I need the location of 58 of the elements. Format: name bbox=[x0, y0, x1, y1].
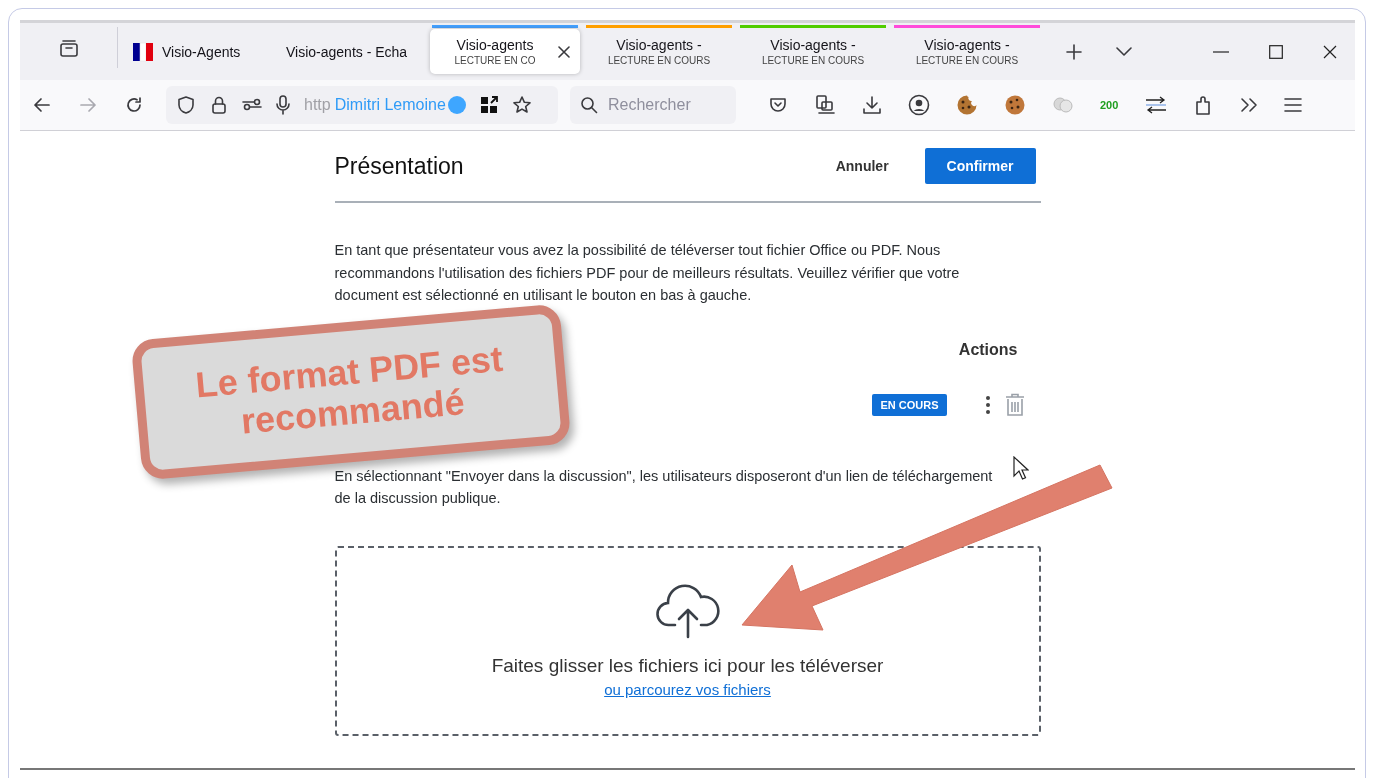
tab-subtitle: LECTURE EN COURS bbox=[607, 55, 711, 66]
status-badge: EN COURS bbox=[872, 393, 947, 416]
browser-tab[interactable]: Visio-agents - Echa bbox=[276, 29, 426, 74]
tab-subtitle: LECTURE EN COURS bbox=[915, 55, 1019, 66]
microphone-icon[interactable] bbox=[276, 95, 290, 115]
lock-icon[interactable] bbox=[210, 95, 228, 115]
pocket-icon[interactable] bbox=[768, 95, 788, 115]
chevron-down-icon[interactable] bbox=[1116, 46, 1132, 57]
browse-files-link[interactable]: ou parcourez vos fichiers bbox=[604, 681, 771, 698]
star-icon[interactable] bbox=[511, 95, 532, 115]
cancel-button[interactable]: Annuler bbox=[825, 150, 899, 182]
download-icon[interactable] bbox=[862, 95, 882, 115]
tab-title: Visio-agents - bbox=[924, 37, 1010, 53]
confirm-button[interactable]: Confirmer bbox=[924, 148, 1036, 184]
status-dot-icon bbox=[447, 96, 466, 114]
sliders-icon[interactable] bbox=[242, 97, 262, 113]
tab-title: Visio-agents - bbox=[770, 37, 856, 53]
callout-text: Le format PDF est recommandé bbox=[193, 336, 506, 444]
close-icon[interactable] bbox=[1323, 44, 1337, 59]
maximize-icon[interactable] bbox=[1269, 44, 1283, 59]
shield-icon[interactable] bbox=[176, 95, 196, 115]
more-options-icon[interactable] bbox=[984, 394, 991, 415]
arrows-icon[interactable] bbox=[1144, 95, 1169, 115]
identity-label: Dimitri Lemoine bbox=[334, 96, 446, 114]
dialog-title: Présentation bbox=[334, 152, 465, 180]
double-chevron-icon[interactable] bbox=[1240, 97, 1259, 113]
column-header: Actions bbox=[958, 340, 1018, 359]
plus-icon[interactable] bbox=[1066, 43, 1082, 60]
browser-tab[interactable]: Visio-agents - LECTURE EN COURS bbox=[738, 29, 888, 74]
url-scheme: http bbox=[304, 96, 331, 114]
reload-icon[interactable] bbox=[124, 95, 144, 115]
mouse-cursor-icon bbox=[1013, 456, 1029, 482]
tab-title: Visio-agents - bbox=[616, 37, 702, 53]
tab-title: Visio-Agents bbox=[162, 43, 241, 60]
cookie-icon[interactable] bbox=[956, 94, 978, 116]
intro-text: En tant que présentateur vous avez la possibilité de téléverser tout fichier Office ou PDF. Nous recommandons l'utilisation des fichiers PDF pour de meilleurs résultats. Veuillez vérifier que votre document est sélectionné en utilisant le bouton en bas à gauche. bbox=[334, 241, 961, 305]
cloud-upload-icon bbox=[654, 583, 721, 639]
tab-title: Visio-agents bbox=[456, 37, 534, 53]
drop-zone-text: Faites glisser les fichiers ici pour les téléverser bbox=[491, 655, 884, 677]
tab-subtitle: LECTURE EN COURS bbox=[761, 55, 865, 66]
close-icon[interactable] bbox=[558, 45, 570, 58]
browser-tab[interactable]: Visio-Agents bbox=[122, 29, 272, 74]
grid-icon[interactable] bbox=[479, 96, 498, 114]
menu-icon[interactable] bbox=[1284, 98, 1303, 112]
tab-subtitle: LECTURE EN CO bbox=[454, 55, 536, 66]
search-field[interactable]: Rechercher bbox=[570, 86, 736, 124]
back-icon[interactable] bbox=[32, 95, 52, 115]
browser-tab[interactable]: Visio-agents - LECTURE EN COURS bbox=[584, 29, 734, 74]
browser-tab[interactable]: Visio-agents LECTURE EN CO bbox=[430, 29, 580, 74]
flag-icon bbox=[132, 40, 154, 63]
chat-note-text: En sélectionnant "Envoyer dans la discussion", les utilisateurs disposeront d'un lien de téléchargement de la discussion publique. bbox=[334, 466, 994, 508]
account-icon[interactable] bbox=[908, 94, 930, 116]
tab-manager-icon[interactable] bbox=[58, 37, 79, 58]
minimize-icon[interactable] bbox=[1213, 50, 1229, 53]
tab-title: Visio-agents - Echa bbox=[286, 43, 408, 60]
cookie-icon[interactable] bbox=[1004, 94, 1026, 116]
browser-tab[interactable]: Visio-agents - LECTURE EN COURS bbox=[892, 29, 1042, 74]
computer-icon[interactable] bbox=[814, 94, 836, 116]
